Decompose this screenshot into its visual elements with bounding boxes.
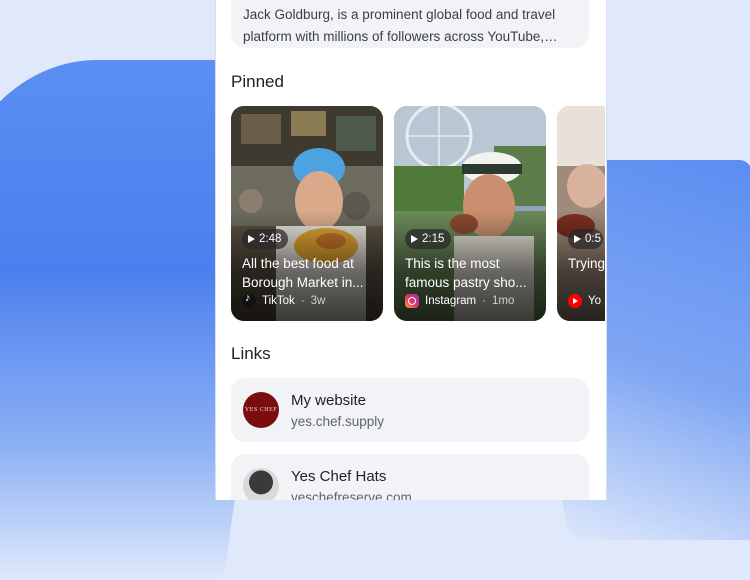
tiktok-icon (242, 292, 256, 308)
video-card-1[interactable]: 2:48 All the best food at Borough Market… (231, 106, 383, 321)
video-source: TikTok · 3w (242, 292, 326, 308)
duration-badge: 0:5 (568, 229, 603, 249)
duration-badge: 2:48 (242, 229, 289, 249)
duration-text: 2:15 (422, 233, 445, 245)
chef-avatar (243, 468, 279, 500)
bio-card[interactable]: Jack Goldburg, is a prominent global foo… (231, 0, 589, 48)
yes-chef-logo: YES CHEF (243, 392, 279, 428)
youtube-icon (568, 294, 582, 308)
duration-badge: 2:15 (405, 229, 452, 249)
duration-text: 2:48 (259, 233, 282, 245)
link-url: yeschefreserve.com (291, 490, 412, 500)
video-title: This is the most famous pastry sho... (405, 256, 527, 290)
video-source: Instagram · 1mo (405, 294, 514, 308)
source-name: TikTok (262, 295, 295, 307)
play-icon (248, 235, 255, 243)
link-url: yes.chef.supply (291, 414, 385, 429)
video-card-2[interactable]: 2:15 This is the most famous pastry sho.… (394, 106, 546, 321)
video-title: All the best food at Borough Market in..… (242, 256, 364, 290)
source-separator: · (482, 295, 486, 307)
link-title: Yes Chef Hats (291, 468, 387, 485)
link-card-yes-chef-hats[interactable]: Yes Chef Hats yeschefreserve.com (231, 454, 589, 500)
play-icon (574, 235, 581, 243)
video-age: 1mo (491, 295, 515, 307)
instagram-icon (405, 294, 419, 308)
source-name: Instagram (425, 295, 477, 307)
link-title: My website (291, 392, 367, 409)
source-name: Yo (588, 295, 602, 307)
profile-panel: Jack Goldburg, is a prominent global foo… (215, 0, 607, 500)
link-card-my-website[interactable]: YES CHEF My website yes.chef.supply (231, 378, 589, 442)
play-icon (411, 235, 418, 243)
pinned-carousel[interactable]: 2:48 All the best food at Borough Market… (231, 106, 606, 322)
links-section-title: Links (231, 344, 271, 363)
video-card-3[interactable]: 0:5 Trying... Yo (557, 106, 605, 321)
duration-text: 0:5 (585, 233, 601, 245)
video-source: Yo (568, 294, 601, 308)
pinned-section-title: Pinned (231, 72, 284, 91)
video-title: Trying... (568, 256, 605, 271)
video-age: 3w (310, 295, 326, 307)
bio-text: Jack Goldburg, is a prominent global foo… (243, 7, 556, 44)
source-separator: · (300, 295, 305, 307)
